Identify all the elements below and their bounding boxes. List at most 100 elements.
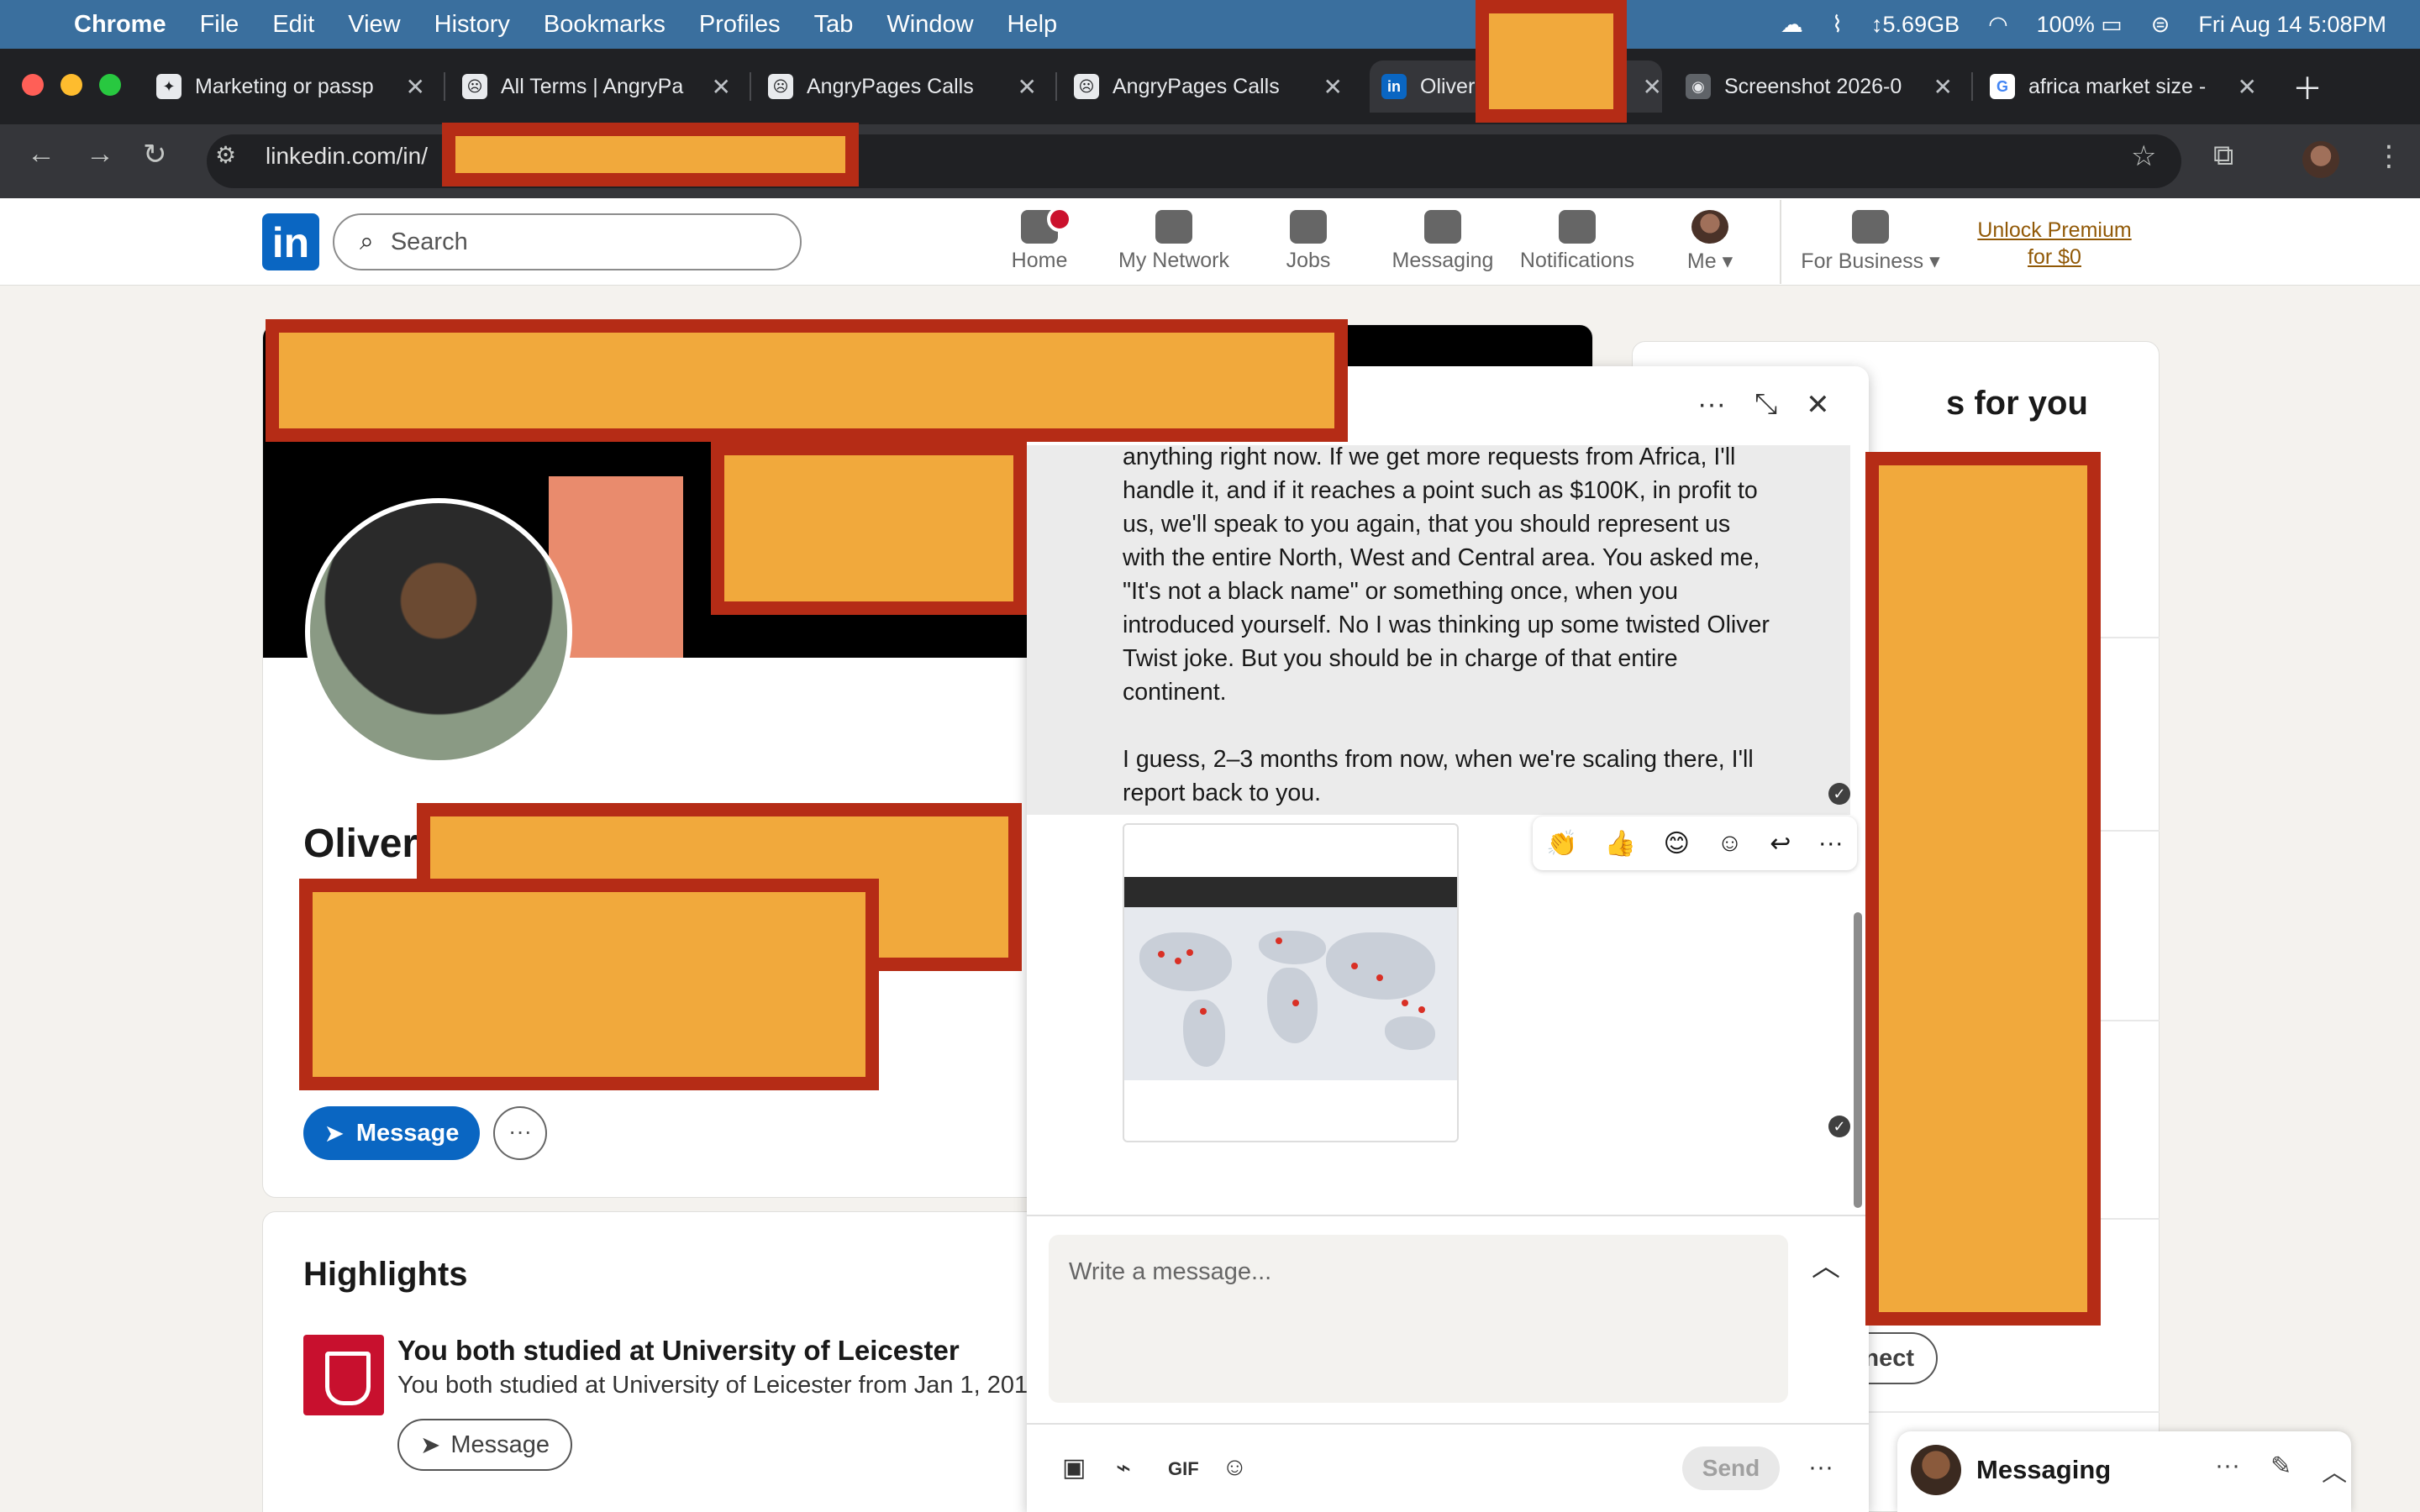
tab-close-icon[interactable]: ✕ xyxy=(1643,73,1662,101)
tab-label: africa market size - xyxy=(2028,74,2207,98)
menu-view[interactable]: View xyxy=(348,11,400,39)
cloud-icon[interactable]: ☁ xyxy=(1781,12,1803,38)
bookmark-star-icon[interactable]: ☆ xyxy=(2131,139,2156,173)
nav-for-business[interactable]: For Business ▾ xyxy=(1795,210,1946,274)
profile-message-button[interactable]: ➤ Message xyxy=(303,1106,480,1160)
tab-angrypages-calls-1[interactable]: ☹ AngryPages Calls ✕ xyxy=(768,60,1037,113)
nav-jobs[interactable]: Jobs xyxy=(1245,210,1371,273)
divider xyxy=(1027,1423,1869,1425)
site-settings-icon[interactable]: ⚙ xyxy=(215,141,236,169)
tab-africa-market-size[interactable]: G africa market size - ✕ xyxy=(1990,60,2257,113)
minimize-icon[interactable]: ⤡ xyxy=(1754,388,1777,422)
reply-icon[interactable]: ↩ xyxy=(1770,829,1791,858)
tab-close-icon[interactable]: ✕ xyxy=(1933,73,1953,101)
menu-profiles[interactable]: Profiles xyxy=(699,11,781,39)
highlight-message-button[interactable]: ➤ Message xyxy=(397,1419,572,1471)
plus-icon: ＋ xyxy=(2292,71,2323,106)
more-options-icon[interactable]: ··· xyxy=(1697,388,1726,422)
kebab-menu-icon[interactable]: ⋮ xyxy=(2375,139,2403,173)
profile-photo[interactable] xyxy=(305,498,572,765)
tab-close-icon[interactable]: ✕ xyxy=(712,73,731,101)
url-text[interactable]: linkedin.com/in/ xyxy=(266,143,428,170)
profile-more-button[interactable]: ··· xyxy=(493,1106,547,1160)
map-pin xyxy=(1158,951,1165,958)
linkedin-logo[interactable]: in xyxy=(262,213,319,270)
menu-history[interactable]: History xyxy=(434,11,510,39)
new-tab-button[interactable]: ＋ xyxy=(2292,60,2326,113)
add-reaction-icon[interactable]: ☺ xyxy=(1717,829,1743,858)
storage-value: 5.69GB xyxy=(1882,11,1960,37)
tab-label: AngryPages Calls xyxy=(1113,74,1280,98)
tab-close-icon[interactable]: ✕ xyxy=(1018,73,1037,101)
linkedin-search[interactable]: ⌕ Search xyxy=(333,213,802,270)
image-icon[interactable]: ▣ xyxy=(1062,1453,1086,1483)
thumbs-up-reaction-icon[interactable]: 👍 xyxy=(1605,829,1636,858)
close-icon[interactable]: ✕ xyxy=(1806,388,1830,422)
tab-close-icon[interactable]: ✕ xyxy=(1323,73,1343,101)
tab-close-icon[interactable]: ✕ xyxy=(406,73,425,101)
send-button[interactable]: Send xyxy=(1682,1446,1780,1490)
expand-compose-icon[interactable]: ︿ xyxy=(1812,1243,1840,1284)
menu-help[interactable]: Help xyxy=(1007,11,1058,39)
tab-label: Screenshot 2026-0 xyxy=(1724,74,1902,98)
window-close-button[interactable] xyxy=(22,74,44,96)
map-landmass xyxy=(1259,931,1326,964)
tab-angrypages-calls-2[interactable]: ☹ AngryPages Calls ✕ xyxy=(1074,60,1343,113)
more-options-icon[interactable]: ··· xyxy=(1808,1453,1833,1482)
reaction-bar: 👏 👍 😊 ☺ ↩ ··· xyxy=(1533,816,1857,870)
menu-tab[interactable]: Tab xyxy=(814,11,854,39)
unlock-premium-link[interactable]: Unlock Premium for $0 xyxy=(1966,217,2143,270)
wifi-icon[interactable]: ◠ xyxy=(1988,12,2008,38)
reload-icon[interactable]: ↻ xyxy=(143,138,167,171)
paperclip-icon[interactable]: ⌇ xyxy=(1832,12,1843,38)
menu-file[interactable]: File xyxy=(200,11,239,39)
map-landmass xyxy=(1385,1016,1435,1050)
window-zoom-button[interactable] xyxy=(99,74,121,96)
forward-arrow-icon[interactable]: → xyxy=(86,138,114,171)
compose-placeholder: Write a message... xyxy=(1069,1258,1272,1285)
nav-label: Jobs xyxy=(1286,249,1331,272)
grid-icon xyxy=(1852,210,1889,244)
nav-me[interactable]: Me ▾ xyxy=(1647,210,1773,274)
smile-reaction-icon[interactable]: 😊 xyxy=(1664,829,1690,858)
more-actions-icon[interactable]: ··· xyxy=(1818,829,1844,858)
menu-edit[interactable]: Edit xyxy=(272,11,314,39)
gif-icon[interactable]: GIF xyxy=(1168,1458,1199,1480)
map-landmass xyxy=(1139,932,1232,991)
menu-window[interactable]: Window xyxy=(886,11,973,39)
map-pin xyxy=(1376,974,1383,981)
attachment-icon[interactable]: ⌁ xyxy=(1116,1453,1131,1483)
nav-label: Notifications xyxy=(1519,249,1635,272)
clock[interactable]: Fri Aug 14 5:08PM xyxy=(2198,12,2386,38)
battery-indicator[interactable]: 100% ▭ xyxy=(2037,12,2123,38)
map-landmass xyxy=(1267,968,1318,1043)
map-pin xyxy=(1186,949,1193,956)
clap-reaction-icon[interactable]: 👏 xyxy=(1546,829,1577,858)
chevron-up-icon[interactable]: ︿ xyxy=(2322,1452,2347,1488)
tab-close-icon[interactable]: ✕ xyxy=(2238,73,2257,101)
nav-label: Messaging xyxy=(1392,249,1494,272)
angrypages-favicon-icon: ☹ xyxy=(1074,74,1099,99)
tab-marketing[interactable]: ✦ Marketing or passp ✕ xyxy=(156,60,425,113)
tab-all-terms[interactable]: ☹ All Terms | AngryPa ✕ xyxy=(462,60,731,113)
window-minimize-button[interactable] xyxy=(60,74,82,96)
menu-app-name[interactable]: Chrome xyxy=(74,11,166,39)
redaction-box xyxy=(1476,0,1627,123)
menu-bookmarks[interactable]: Bookmarks xyxy=(544,11,666,39)
nav-my-network[interactable]: My Network xyxy=(1111,210,1237,273)
profile-avatar[interactable] xyxy=(2302,141,2339,178)
nav-notifications[interactable]: Notifications xyxy=(1514,210,1640,273)
more-options-icon[interactable]: ··· xyxy=(2215,1452,2240,1488)
emoji-icon[interactable]: ☺ xyxy=(1222,1453,1248,1482)
nav-messaging[interactable]: Messaging xyxy=(1380,210,1506,273)
chat-scrollbar-thumb[interactable] xyxy=(1854,912,1862,1208)
tab-screenshot[interactable]: ◉ Screenshot 2026-0 ✕ xyxy=(1686,60,1953,113)
extensions-icon[interactable]: ⧉ xyxy=(2213,139,2233,172)
back-arrow-icon[interactable]: ← xyxy=(27,138,55,171)
control-center-icon[interactable]: ⊜ xyxy=(2151,12,2170,38)
compose-icon[interactable]: ✎ xyxy=(2270,1452,2291,1488)
nav-home[interactable]: Home xyxy=(976,210,1102,273)
messaging-bar-controls: ··· ✎ ︿ xyxy=(2215,1452,2347,1488)
map-pin xyxy=(1402,1000,1408,1006)
storage-indicator[interactable]: ↕5.69GB xyxy=(1871,12,1960,38)
